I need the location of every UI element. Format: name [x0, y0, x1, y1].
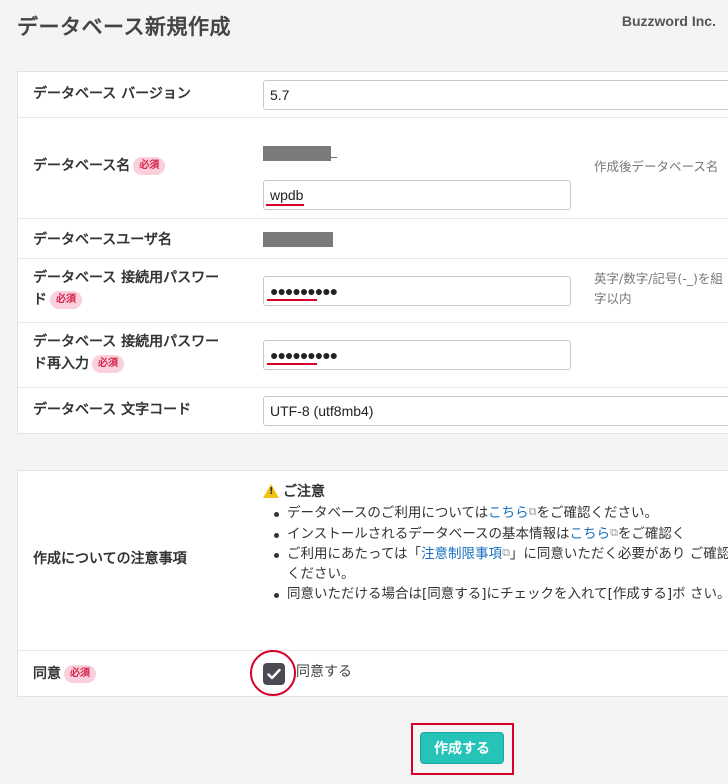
db-name-hint: 作成後データベース名 — [594, 159, 719, 174]
page-title: データベース新規作成 — [17, 15, 231, 39]
notice-item: データベースのご利用についてはこちら⧉をご確認ください。 — [271, 504, 728, 524]
agree-label: 同意 必須 — [33, 663, 96, 685]
warning-icon — [263, 484, 279, 498]
notice-link[interactable]: こちら — [488, 505, 529, 521]
external-link-icon: ⧉ — [610, 525, 618, 539]
version-label: データベース バージョン — [33, 86, 191, 102]
notice-text: 同意いただける場合は[同意する]にチェックを入れて[作成する]ボ さい。 — [287, 586, 728, 603]
agree-checkbox[interactable] — [263, 663, 285, 685]
charset-select[interactable]: UTF-8 (utf8mb4) — [263, 396, 728, 426]
annotation-underline — [267, 299, 317, 301]
redacted-db-user — [263, 232, 333, 247]
required-badge: 必須 — [50, 291, 82, 310]
charset-row: データベース 文字コード UTF-8 (utf8mb4) — [18, 388, 728, 434]
db-name-label: データベース名 必須 — [33, 155, 166, 177]
brand-name: Buzzword Inc. — [621, 13, 716, 29]
agree-checkbox-label[interactable]: 同意する — [296, 661, 352, 681]
agreement-card: 作成についての注意事項 ご注意 データベースのご利用についてはこちら⧉をご確認く… — [17, 470, 728, 697]
redacted-prefix — [263, 146, 331, 161]
notice-item: 同意いただける場合は[同意する]にチェックを入れて[作成する]ボ さい。 — [271, 585, 728, 605]
check-icon — [267, 668, 281, 680]
version-row: データベース バージョン 5.7 — [18, 72, 728, 118]
notice-link[interactable]: こちら — [570, 526, 611, 542]
password-hint-line2: 字以内 — [594, 291, 632, 306]
db-name-input[interactable]: wpdb — [263, 180, 571, 210]
notice-text: データベースのご利用については — [287, 505, 489, 521]
password-confirm-row: データベース 接続用パスワー ド再入力 必須 ●●●●●●●●● — [18, 323, 728, 388]
version-select[interactable]: 5.7 — [263, 80, 728, 110]
password-confirm-label-line1: データベース 接続用パスワー — [33, 334, 220, 350]
charset-label: データベース 文字コード — [33, 402, 192, 418]
notice-item: ご利用にあたっては「注意制限事項⧉」に同意いただく必要があり ご確認ください。 — [271, 545, 728, 584]
notice-list: データベースのご利用についてはこちら⧉をご確認ください。 インストールされるデー… — [271, 504, 728, 606]
notice-text: インストールされるデータベースの基本情報は — [287, 525, 570, 542]
database-settings-card: データベース バージョン 5.7 データベース名 必須 _ wpdb 作成後データ… — [17, 71, 728, 434]
password-hint-line1: 英字/数字/記号(-_)を組 — [594, 271, 723, 286]
external-link-icon: ⧉ — [528, 505, 537, 518]
notice-link[interactable]: 注意制限事項 — [421, 546, 502, 562]
password-hint: 英字/数字/記号(-_)を組 字以内 — [594, 269, 723, 309]
password-label-line2: ド — [33, 292, 47, 309]
notice-text: をご確認く — [617, 525, 686, 542]
db-user-label: データベースユーザ名 — [33, 232, 173, 248]
annotation-underline — [266, 204, 304, 206]
password-label-line1: データベース 接続用パスワー — [33, 270, 220, 286]
notice-text: ご利用にあたっては「 — [287, 546, 422, 563]
notice-row: 作成についての注意事項 ご注意 データベースのご利用についてはこちら⧉をご確認く… — [18, 471, 728, 651]
db-name-separator: _ — [331, 144, 337, 158]
agree-label-text: 同意 — [33, 666, 61, 682]
required-badge: 必須 — [92, 355, 124, 374]
password-input[interactable]: ●●●●●●●●● — [263, 276, 571, 306]
create-button[interactable]: 作成する — [420, 732, 504, 764]
annotation-underline — [267, 363, 317, 365]
notice-title: ご注意 — [263, 481, 325, 501]
required-badge: 必須 — [133, 157, 166, 175]
notice-title-text: ご注意 — [283, 484, 325, 500]
db-name-row: データベース名 必須 _ wpdb 作成後データベース名 — [18, 118, 728, 219]
agree-row: 同意 必須 同意する — [18, 650, 728, 697]
required-badge: 必須 — [64, 665, 96, 683]
password-row: データベース 接続用パスワー ド必須 ●●●●●●●●● 英字/数字/記号(-_… — [18, 259, 728, 323]
db-name-label-text: データベース名 — [33, 158, 131, 174]
password-confirm-input[interactable]: ●●●●●●●●● — [263, 340, 571, 370]
notice-label: 作成についての注意事項 — [33, 551, 187, 567]
password-confirm-label-line2: ド再入力 — [33, 356, 89, 373]
notice-text: をご確認ください。 — [536, 505, 659, 521]
password-confirm-label: データベース 接続用パスワー ド再入力 必須 — [33, 331, 219, 376]
db-user-row: データベースユーザ名 — [18, 219, 728, 259]
notice-item: インストールされるデータベースの基本情報はこちら⧉をご確認く — [271, 525, 728, 545]
external-link-icon: ⧉ — [502, 546, 510, 560]
password-label: データベース 接続用パスワー ド必須 — [33, 267, 219, 312]
